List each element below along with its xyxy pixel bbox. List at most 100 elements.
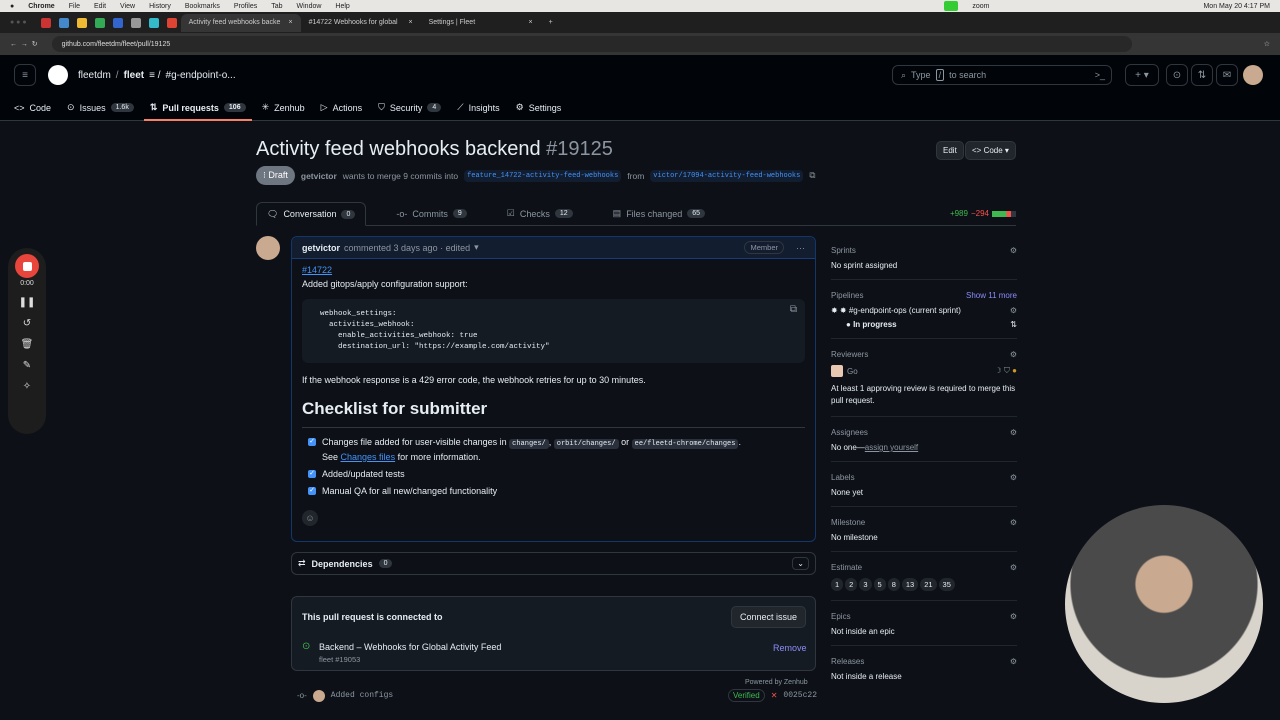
estimate-option[interactable]: 1 bbox=[831, 578, 844, 591]
pinned-tab[interactable] bbox=[130, 17, 141, 28]
more-options-icon[interactable]: ··· bbox=[796, 243, 805, 253]
menu-view[interactable]: View bbox=[120, 3, 135, 10]
menu-help[interactable]: Help bbox=[335, 3, 349, 10]
tab-files-changed[interactable]: ▤ Files changed 65 bbox=[603, 202, 715, 226]
back-icon[interactable]: ← bbox=[10, 41, 17, 48]
inbox-icon[interactable]: ✉ bbox=[1216, 64, 1238, 86]
nav-security[interactable]: ⛉ Security 4 bbox=[378, 95, 442, 121]
nav-code[interactable]: <> Code bbox=[14, 95, 51, 121]
gear-icon[interactable]: ⚙ bbox=[1010, 306, 1017, 315]
base-branch[interactable]: feature_14722-activity-feed-webhooks bbox=[464, 169, 622, 182]
close-icon[interactable]: × bbox=[528, 19, 532, 26]
menu-file[interactable]: File bbox=[69, 3, 80, 10]
menu-history[interactable]: History bbox=[149, 3, 171, 10]
tab-commits[interactable]: -o- Commits 9 bbox=[386, 202, 476, 226]
copy-icon[interactable]: ⧉ bbox=[809, 170, 815, 181]
repo-link[interactable]: fleet bbox=[124, 70, 145, 81]
avatar[interactable] bbox=[1243, 65, 1263, 85]
pinned-tab-docs[interactable] bbox=[112, 17, 123, 28]
commit-message[interactable]: Added configs bbox=[331, 691, 393, 700]
close-icon[interactable]: × bbox=[408, 19, 412, 26]
command-palette-icon[interactable]: >_ bbox=[1095, 70, 1105, 80]
menu-window[interactable]: Window bbox=[297, 3, 322, 10]
issues-icon[interactable]: ⊙ bbox=[1166, 64, 1188, 86]
changes-files-link[interactable]: Changes files bbox=[341, 452, 396, 462]
commit-sha[interactable]: 0025c22 bbox=[783, 691, 817, 700]
create-new-button[interactable]: + ▾ bbox=[1125, 64, 1159, 86]
estimate-option[interactable]: 5 bbox=[873, 578, 886, 591]
tab-checks[interactable]: ☑ Checks 12 bbox=[497, 202, 583, 226]
github-logo-icon[interactable] bbox=[48, 65, 68, 85]
gear-icon[interactable]: ⚙ bbox=[1010, 563, 1017, 572]
author-link[interactable]: getvictor bbox=[301, 171, 337, 181]
owner-link[interactable]: fleetdm bbox=[78, 70, 111, 81]
zoom-camera-icon[interactable] bbox=[944, 1, 959, 11]
comment-author[interactable]: getvictor bbox=[302, 243, 340, 253]
estimate-option[interactable]: 3 bbox=[859, 578, 872, 591]
estimate-option[interactable]: 2 bbox=[845, 578, 858, 591]
stop-recording-button[interactable] bbox=[15, 254, 39, 278]
connect-issue-button[interactable]: Connect issue bbox=[731, 606, 807, 628]
remove-link[interactable]: Remove bbox=[773, 643, 807, 653]
apple-icon[interactable]: ● bbox=[10, 3, 14, 10]
nav-zenhub[interactable]: ✳ Zenhub bbox=[262, 95, 305, 121]
reload-icon[interactable]: ↻ bbox=[32, 40, 38, 48]
estimate-option[interactable]: 8 bbox=[887, 578, 900, 591]
nav-actions[interactable]: ▷ Actions bbox=[321, 95, 362, 121]
pinned-tab[interactable] bbox=[148, 17, 159, 28]
chevron-down-icon[interactable]: ⌄ bbox=[792, 557, 809, 570]
project-selector[interactable]: #g-endpoint-o... bbox=[166, 70, 236, 81]
menu-edit[interactable]: Edit bbox=[94, 3, 106, 10]
tab-settings-fleet[interactable]: Settings | Fleet × bbox=[421, 14, 541, 32]
tab-webhooks-issue[interactable]: #14722 Webhooks for global × bbox=[301, 14, 421, 32]
pencil-icon[interactable]: ✎ bbox=[23, 360, 31, 371]
menu-bookmarks[interactable]: Bookmarks bbox=[185, 3, 220, 10]
close-icon[interactable]: × bbox=[288, 19, 292, 26]
gear-icon[interactable]: ⚙ bbox=[1010, 428, 1017, 437]
gear-icon[interactable]: ⚙ bbox=[1010, 473, 1017, 482]
show-more-link[interactable]: Show 11 more bbox=[966, 291, 1017, 300]
url-input[interactable]: github.com/fleetdm/fleet/pull/19125 bbox=[51, 36, 1132, 52]
estimate-option[interactable]: 21 bbox=[920, 578, 937, 591]
checkbox[interactable]: ✓ bbox=[308, 470, 316, 478]
estimate-option[interactable]: 13 bbox=[901, 578, 919, 591]
gear-icon[interactable]: ⚙ bbox=[1010, 612, 1017, 621]
add-reaction-icon[interactable]: ☺ bbox=[302, 510, 318, 526]
menu-app[interactable]: Chrome bbox=[28, 3, 54, 10]
sort-icon[interactable]: ⇅ bbox=[1010, 320, 1017, 329]
window-controls[interactable]: ● ● ● bbox=[10, 19, 27, 26]
restart-icon[interactable]: ↺ bbox=[23, 318, 31, 329]
copy-icon[interactable]: ⧉ bbox=[790, 305, 797, 316]
pull-requests-icon[interactable]: ⇅ bbox=[1191, 64, 1213, 86]
pinned-tab-drive[interactable] bbox=[76, 17, 87, 28]
trash-icon[interactable]: 🗑 bbox=[21, 339, 34, 350]
verified-badge[interactable]: Verified bbox=[728, 689, 765, 702]
nav-insights[interactable]: ⟋ Insights bbox=[457, 95, 499, 121]
search-input[interactable]: ⌕ Type / to search >_ bbox=[892, 65, 1112, 85]
gear-icon[interactable]: ⚙ bbox=[1010, 246, 1017, 255]
forward-icon[interactable]: → bbox=[21, 41, 28, 48]
new-tab-icon[interactable]: + bbox=[549, 19, 553, 26]
gear-icon[interactable]: ⚙ bbox=[1010, 350, 1017, 359]
zoom-status[interactable]: zoom bbox=[972, 3, 989, 10]
tab-activity-feed[interactable]: Activity feed webhooks backe × bbox=[180, 13, 301, 32]
checkbox[interactable]: ✓ bbox=[308, 438, 316, 446]
connected-issue-title[interactable]: Backend – Webhooks for Global Activity F… bbox=[319, 642, 501, 652]
issue-link[interactable]: #14722 bbox=[302, 265, 332, 275]
menu-icon[interactable]: ≡ bbox=[14, 64, 36, 86]
assign-yourself-link[interactable]: assign yourself bbox=[865, 443, 918, 452]
nav-issues[interactable]: ⊙ Issues 1.6k bbox=[67, 95, 134, 121]
tab-conversation[interactable]: 🗨 Conversation 0 bbox=[256, 202, 367, 226]
pinned-tab[interactable] bbox=[58, 17, 69, 28]
comment-avatar[interactable] bbox=[256, 236, 280, 260]
pinned-tab[interactable] bbox=[166, 17, 177, 28]
pinned-tab[interactable] bbox=[94, 17, 105, 28]
estimate-option[interactable]: 35 bbox=[938, 578, 955, 591]
webcam-overlay[interactable] bbox=[1065, 505, 1263, 703]
nav-settings[interactable]: ⚙ Settings bbox=[516, 95, 562, 121]
menu-profiles[interactable]: Profiles bbox=[234, 3, 257, 10]
nav-pull-requests[interactable]: ⇅ Pull requests 106 bbox=[143, 95, 252, 121]
pinned-tab-gmail[interactable] bbox=[40, 17, 51, 28]
gear-icon[interactable]: ⚙ bbox=[1010, 518, 1017, 527]
pause-icon[interactable]: ❚❚ bbox=[19, 297, 36, 308]
